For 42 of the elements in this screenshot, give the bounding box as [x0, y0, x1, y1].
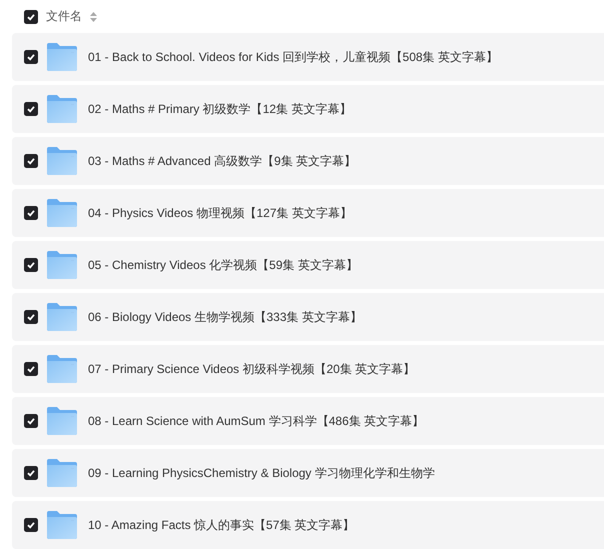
folder-icon — [47, 199, 77, 227]
checkbox[interactable] — [24, 518, 38, 532]
column-header[interactable]: 文件名 — [46, 8, 82, 25]
checkbox[interactable] — [24, 102, 38, 116]
file-row[interactable]: 02 - Maths # Primary 初级数学【12集 英文字幕】 — [12, 85, 604, 133]
checkbox[interactable] — [24, 414, 38, 428]
file-name: 07 - Primary Science Videos 初级科学视频【20集 英文字幕】 — [88, 360, 416, 378]
file-name: 02 - Maths # Primary 初级数学【12集 英文字幕】 — [88, 100, 352, 118]
checkbox[interactable] — [24, 362, 38, 376]
checkbox[interactable] — [24, 206, 38, 220]
file-name: 06 - Biology Videos 生物学视频【333集 英文字幕】 — [88, 308, 362, 326]
folder-icon — [47, 95, 77, 123]
file-name: 09 - Learning PhysicsChemistry & Biology 学习物理化学和生物学 — [88, 464, 435, 482]
file-name: 01 - Back to School. Videos for Kids 回到学校，儿童视频【508集 英文字幕】 — [88, 48, 498, 66]
checkbox[interactable] — [24, 50, 38, 64]
file-name: 04 - Physics Videos 物理视频【127集 英文字幕】 — [88, 204, 352, 222]
file-name: 08 - Learn Science with AumSum 学习科学【486集 英文字幕】 — [88, 412, 424, 430]
folder-icon — [47, 355, 77, 383]
folder-icon — [47, 459, 77, 487]
file-row[interactable]: 06 - Biology Videos 生物学视频【333集 英文字幕】 — [12, 293, 604, 341]
checkbox[interactable] — [24, 154, 38, 168]
file-row[interactable]: 03 - Maths # Advanced 高级数学【9集 英文字幕】 — [12, 137, 604, 185]
file-row[interactable]: 09 - Learning PhysicsChemistry & Biology 学习物理化学和生物学 — [12, 449, 604, 497]
file-name: 03 - Maths # Advanced 高级数学【9集 英文字幕】 — [88, 152, 356, 170]
checkbox[interactable] — [24, 310, 38, 324]
file-name: 05 - Chemistry Videos 化学视频【59集 英文字幕】 — [88, 256, 358, 274]
file-name: 10 - Amazing Facts 惊人的事实【57集 英文字幕】 — [88, 516, 355, 534]
file-row[interactable]: 05 - Chemistry Videos 化学视频【59集 英文字幕】 — [12, 241, 604, 289]
checkbox[interactable] — [24, 258, 38, 272]
folder-icon — [47, 251, 77, 279]
folder-icon — [47, 511, 77, 539]
folder-icon — [47, 407, 77, 435]
checkbox[interactable] — [24, 466, 38, 480]
folder-icon — [47, 303, 77, 331]
file-row[interactable]: 04 - Physics Videos 物理视频【127集 英文字幕】 — [12, 189, 604, 237]
file-row[interactable]: 01 - Back to School. Videos for Kids 回到学校，儿童视频【508集 英文字幕】 — [12, 33, 604, 81]
file-row[interactable]: 07 - Primary Science Videos 初级科学视频【20集 英文字幕】 — [12, 345, 604, 393]
checkbox[interactable] — [24, 10, 38, 24]
file-row[interactable]: 08 - Learn Science with AumSum 学习科学【486集 英文字幕】 — [12, 397, 604, 445]
folder-icon — [47, 43, 77, 71]
folder-icon — [47, 147, 77, 175]
file-row[interactable]: 10 - Amazing Facts 惊人的事实【57集 英文字幕】 — [12, 501, 604, 549]
